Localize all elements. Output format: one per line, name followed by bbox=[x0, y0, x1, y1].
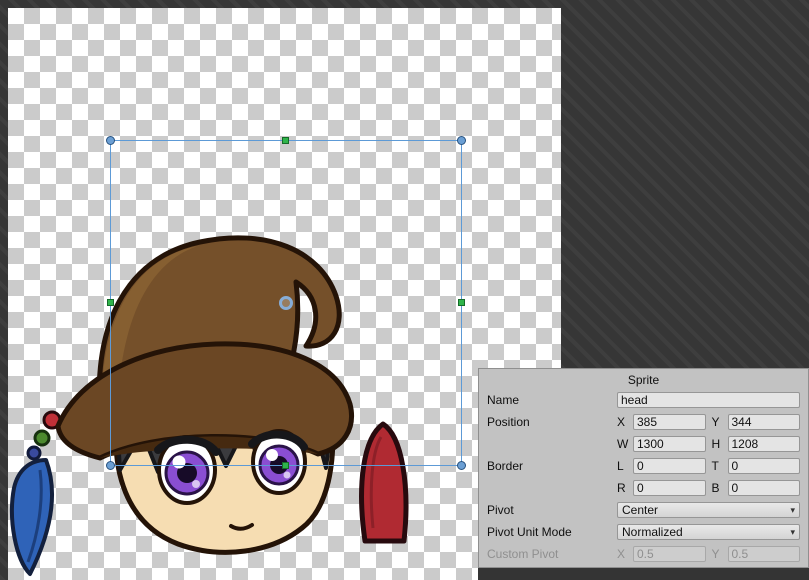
border-r-input[interactable] bbox=[633, 480, 706, 496]
position-y-prefix: Y bbox=[712, 415, 722, 429]
border-label: Border bbox=[487, 459, 617, 473]
pivot-unit-mode-dropdown[interactable]: Normalized ▾ bbox=[617, 524, 800, 540]
pivot-handle[interactable] bbox=[279, 296, 293, 310]
selection-handle-bottom-right[interactable] bbox=[457, 461, 466, 470]
selection-handle-top-right[interactable] bbox=[457, 136, 466, 145]
selection-handle-left[interactable] bbox=[107, 299, 114, 306]
border-l-prefix: L bbox=[617, 459, 627, 473]
sprite-selection-rect[interactable] bbox=[110, 140, 462, 466]
selection-handle-top[interactable] bbox=[282, 137, 289, 144]
custom-pivot-label: Custom Pivot bbox=[487, 547, 617, 561]
chevron-down-icon: ▾ bbox=[790, 527, 795, 538]
panel-title: Sprite bbox=[479, 371, 808, 389]
position-w-input[interactable] bbox=[633, 436, 706, 452]
chevron-down-icon: ▾ bbox=[790, 505, 795, 516]
pivot-row: Pivot Center ▾ bbox=[479, 499, 808, 521]
pivot-unit-mode-row: Pivot Unit Mode Normalized ▾ bbox=[479, 521, 808, 543]
position-h-input[interactable] bbox=[728, 436, 801, 452]
sprite-editor-window: Sprite Name Position X Y W H bbox=[0, 0, 809, 580]
position-y-input[interactable] bbox=[728, 414, 801, 430]
custom-pivot-y-prefix: Y bbox=[712, 547, 722, 561]
pivot-unit-mode-dropdown-value: Normalized bbox=[622, 525, 683, 539]
custom-pivot-y-input bbox=[728, 546, 801, 562]
position-row-wh: W H bbox=[479, 433, 808, 455]
border-t-prefix: T bbox=[712, 459, 722, 473]
position-h-prefix: H bbox=[712, 437, 722, 451]
position-row-xy: Position X Y bbox=[479, 411, 808, 433]
selection-handle-top-left[interactable] bbox=[106, 136, 115, 145]
pivot-label: Pivot bbox=[487, 503, 617, 517]
border-b-prefix: B bbox=[712, 481, 722, 495]
pivot-unit-mode-label: Pivot Unit Mode bbox=[487, 525, 617, 539]
name-input[interactable] bbox=[617, 392, 800, 408]
pivot-dropdown[interactable]: Center ▾ bbox=[617, 502, 800, 518]
position-x-input[interactable] bbox=[633, 414, 706, 430]
border-b-input[interactable] bbox=[728, 480, 801, 496]
custom-pivot-row: Custom Pivot X Y bbox=[479, 543, 808, 565]
border-row-rb: R B bbox=[479, 477, 808, 499]
selection-handle-right[interactable] bbox=[458, 299, 465, 306]
sprite-info-panel: Sprite Name Position X Y W H bbox=[478, 368, 809, 568]
name-label: Name bbox=[487, 393, 617, 407]
position-x-prefix: X bbox=[617, 415, 627, 429]
custom-pivot-x-input bbox=[633, 546, 706, 562]
pivot-dropdown-value: Center bbox=[622, 503, 658, 517]
border-t-input[interactable] bbox=[728, 458, 801, 474]
position-w-prefix: W bbox=[617, 437, 627, 451]
position-label: Position bbox=[487, 415, 617, 429]
name-row: Name bbox=[479, 389, 808, 411]
selection-handle-bottom-left[interactable] bbox=[106, 461, 115, 470]
panel-bottom-edge bbox=[478, 568, 809, 580]
border-l-input[interactable] bbox=[633, 458, 706, 474]
selection-handle-bottom[interactable] bbox=[282, 462, 289, 469]
border-row-lt: Border L T bbox=[479, 455, 808, 477]
border-r-prefix: R bbox=[617, 481, 627, 495]
custom-pivot-x-prefix: X bbox=[617, 547, 627, 561]
